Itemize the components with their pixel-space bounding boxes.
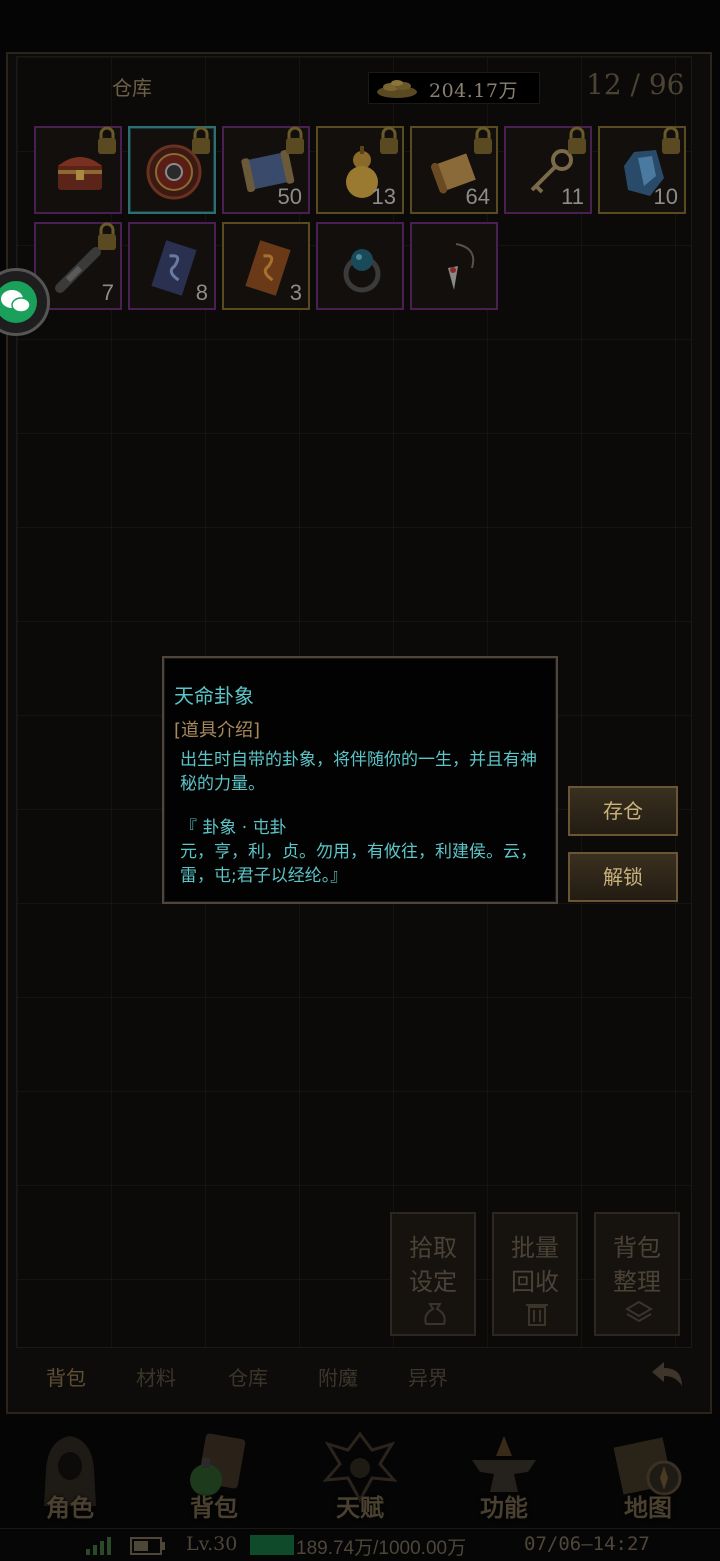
tab-enchant[interactable]: 附魔: [318, 1362, 358, 1391]
nav-bag[interactable]: 背包: [144, 1420, 284, 1526]
tab-materials[interactable]: 材料: [136, 1362, 176, 1391]
nav-character[interactable]: 角色: [0, 1420, 140, 1526]
slot-blue-crystal[interactable]: 10: [598, 126, 686, 214]
item-count: 3: [289, 280, 302, 305]
item-count: 11: [561, 184, 584, 209]
wechat-icon: [0, 281, 37, 323]
sort-label-2: 整理: [613, 1268, 661, 1296]
slot-blue-talisman[interactable]: 8: [128, 222, 216, 310]
pickup-settings-button[interactable]: 拾取 设定: [390, 1212, 476, 1336]
item-tooltip: 天命卦象 [道具介绍] 出生时自带的卦象，将伴随你的一生，并且有神秘的力量。 『…: [162, 656, 558, 904]
recycle-label-2: 回收: [511, 1268, 559, 1296]
item-count: 13: [371, 184, 396, 209]
store-button[interactable]: 存仓: [568, 786, 678, 836]
lock-icon: [380, 126, 398, 154]
slot-fate-trigram[interactable]: [128, 126, 216, 214]
trash-icon: [526, 1304, 548, 1326]
tab-bag[interactable]: 背包: [46, 1362, 86, 1391]
inventory-tabs: 背包 材料 仓库 附魔 异界: [0, 1350, 720, 1402]
slot-gourd[interactable]: 13: [316, 126, 404, 214]
slot-key[interactable]: 11: [504, 126, 592, 214]
layers-icon: [625, 1300, 653, 1323]
pendant-icon: [448, 243, 475, 290]
unlock-button[interactable]: 解锁: [568, 852, 678, 902]
status-bar: Lv.30 189.74万/1000.00万 07/06—14:27: [0, 1528, 720, 1561]
item-count: 8: [195, 280, 208, 305]
coin-amount: 204.17万: [429, 80, 518, 102]
item-count: 7: [101, 280, 114, 305]
bottom-nav: 角色 背包 天赋 功能 地图: [0, 1420, 720, 1526]
lock-icon: [568, 126, 586, 154]
lock-icon: [98, 222, 116, 250]
player-level: Lv.30: [186, 1533, 238, 1555]
tab-otherworld[interactable]: 异界: [408, 1362, 448, 1391]
nav-map-label: 地图: [624, 1493, 672, 1522]
slot-orange-talisman[interactable]: 3: [222, 222, 310, 310]
slot-parchment-scroll[interactable]: 64: [410, 126, 498, 214]
slot-pendant[interactable]: [410, 222, 498, 310]
batch-recycle-button[interactable]: 批量 回收: [492, 1212, 578, 1336]
exp-bar-fill: [250, 1535, 294, 1555]
sort-bag-button[interactable]: 背包 整理: [594, 1212, 680, 1336]
nav-function[interactable]: 功能: [434, 1420, 574, 1526]
nav-character-label: 角色: [46, 1493, 94, 1522]
lock-icon: [286, 126, 304, 154]
back-arrow-icon[interactable]: [648, 1356, 688, 1396]
tooltip-quote: 『 卦象 · 屯卦 元，亨，利，贞。勿用，有攸往，利建侯。云，雷，屯;君子以经纶…: [180, 816, 540, 888]
capacity-counter: 12 / 96: [586, 68, 685, 101]
coin-pile-icon: [377, 80, 417, 98]
item-count: 50: [277, 184, 302, 209]
nav-function-label: 功能: [480, 1493, 528, 1522]
coin-display: 204.17万: [368, 72, 540, 104]
tooltip-section-label: [道具介绍]: [174, 720, 261, 741]
tooltip-quote-title: 『 卦象 · 屯卦: [180, 818, 287, 838]
slot-orb-ring[interactable]: [316, 222, 404, 310]
exp-value: 189.74万/1000.00万: [296, 1538, 467, 1559]
lock-icon: [474, 126, 492, 154]
signal-icon: [86, 1537, 111, 1555]
item-count: 10: [653, 184, 678, 209]
nav-map[interactable]: 地图: [578, 1420, 718, 1526]
clock: 07/06—14:27: [524, 1533, 650, 1555]
pickup-label-2: 设定: [409, 1268, 457, 1296]
pickup-label-1: 拾取: [409, 1234, 457, 1262]
nav-talent[interactable]: 天赋: [290, 1420, 430, 1526]
tooltip-description: 出生时自带的卦象，将伴随你的一生，并且有神秘的力量。: [180, 750, 537, 794]
lock-icon: [98, 126, 116, 154]
orb-ring-icon: [343, 249, 381, 293]
lock-icon: [662, 126, 680, 154]
panel-title: 仓库: [112, 76, 152, 100]
recycle-label-1: 批量: [511, 1234, 559, 1262]
tooltip-quote-body: 元，亨，利，贞。勿用，有攸往，利建侯。云，雷，屯;君子以经纶。』: [180, 842, 537, 886]
item-count: 64: [465, 184, 490, 209]
lock-icon: [192, 126, 210, 154]
sort-label-1: 背包: [613, 1234, 661, 1262]
slot-blue-scroll[interactable]: 50: [222, 126, 310, 214]
slot-treasure-chest[interactable]: [34, 126, 122, 214]
tooltip-title: 天命卦象: [174, 684, 254, 708]
tab-warehouse[interactable]: 仓库: [228, 1362, 268, 1391]
bag-icon: [424, 1303, 446, 1325]
nav-bag-label: 背包: [190, 1493, 238, 1522]
nav-talent-label: 天赋: [336, 1493, 384, 1522]
battery-icon: [130, 1537, 165, 1555]
